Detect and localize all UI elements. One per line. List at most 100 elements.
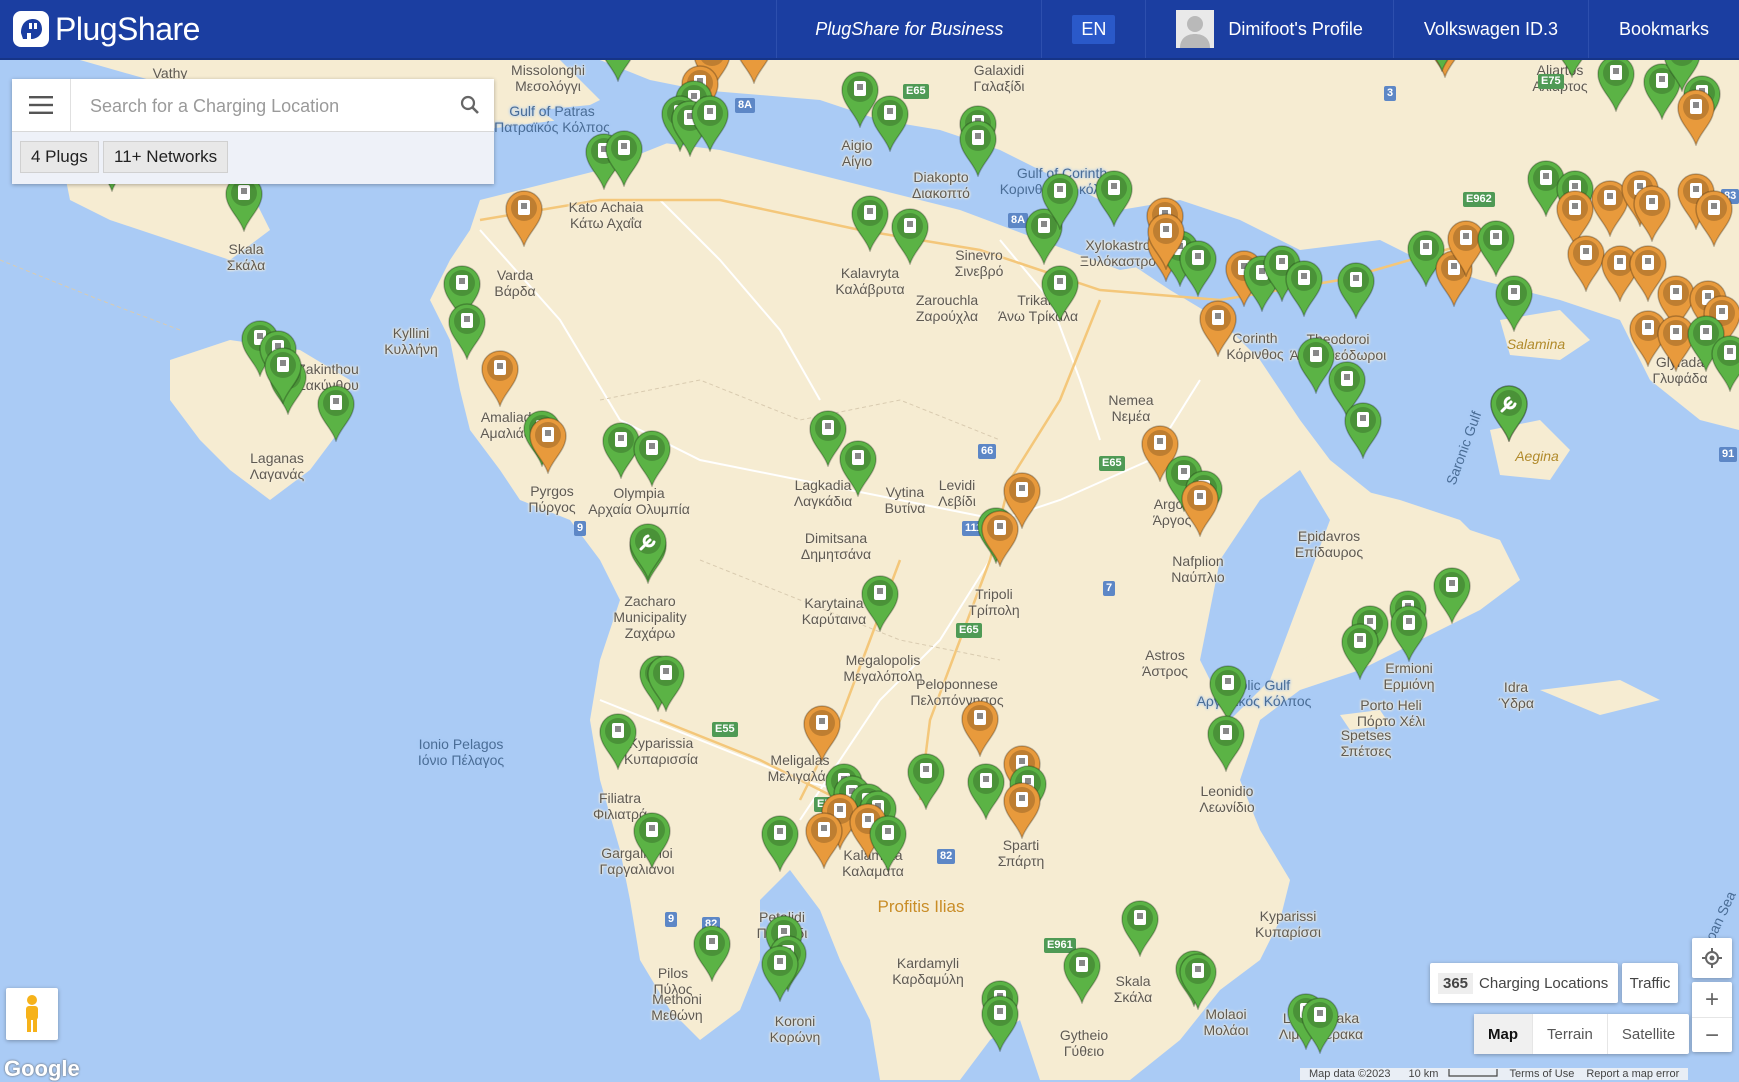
plug-logo-icon — [13, 11, 49, 47]
charging-location-pin[interactable] — [1040, 172, 1080, 230]
charging-location-pin[interactable] — [1062, 946, 1102, 1004]
charging-location-pin[interactable] — [1300, 996, 1340, 1054]
map-label: Skala Σκάλα — [226, 241, 266, 273]
charging-location-pin[interactable] — [1694, 189, 1734, 247]
map-label: Kato Achaia Κάτω Αχαΐα — [568, 199, 644, 231]
charging-location-pin[interactable] — [632, 429, 672, 487]
zoom-in-button[interactable]: + — [1692, 982, 1732, 1018]
charging-location-pin[interactable] — [1206, 714, 1246, 772]
charging-location-pin[interactable] — [802, 704, 842, 762]
filter-plugs-chip[interactable]: 4 Plugs — [20, 141, 99, 173]
charging-location-pin[interactable] — [958, 119, 998, 177]
map-label: Aegina — [1515, 448, 1559, 464]
map-label: Gulf of Patras Πατραϊκός Κόλπος — [494, 103, 610, 135]
map-label: Olympia Αρχαία Ολυμπία — [588, 485, 690, 517]
charging-location-pin[interactable] — [980, 994, 1020, 1052]
charging-location-pin[interactable] — [646, 654, 686, 712]
charging-location-pin[interactable] — [1596, 54, 1636, 112]
charging-location-pin[interactable] — [692, 924, 732, 982]
charging-location-pin[interactable] — [598, 712, 638, 770]
charging-location-pin[interactable] — [1180, 479, 1220, 537]
nav-language[interactable]: EN — [1041, 0, 1145, 58]
charging-location-pin[interactable] — [1120, 899, 1160, 957]
my-location-button[interactable] — [1692, 938, 1732, 978]
charging-location-pin[interactable] — [1632, 184, 1672, 242]
charging-locations-count: 365 Charging Locations — [1430, 963, 1619, 1003]
wrench-service-pin[interactable] — [628, 522, 668, 580]
charging-location-pin[interactable] — [263, 346, 303, 404]
charging-location-pin[interactable] — [1710, 334, 1739, 392]
charging-location-pin[interactable] — [1284, 259, 1324, 317]
road-shield: E962 — [1463, 192, 1495, 207]
map-label: Spetses Σπέτσες — [1340, 727, 1392, 759]
map-label: Missolonghi Μεσολόγγι — [511, 62, 585, 94]
map-label: Koroni Κορώνη — [769, 1013, 821, 1045]
charging-location-pin[interactable] — [1476, 219, 1516, 277]
charging-location-pin[interactable] — [906, 752, 946, 810]
charging-location-pin[interactable] — [1040, 264, 1080, 322]
charging-location-pin[interactable] — [966, 762, 1006, 820]
charging-location-pin[interactable] — [850, 194, 890, 252]
filter-networks-chip[interactable]: 11+ Networks — [103, 141, 229, 173]
road-shield: E65 — [1099, 456, 1125, 471]
charging-location-pin[interactable] — [316, 384, 356, 442]
charging-location-pin[interactable] — [760, 944, 800, 1002]
charging-location-pin[interactable] — [860, 574, 900, 632]
terms-link[interactable]: Terms of Use — [1510, 1068, 1575, 1080]
charging-location-pin[interactable] — [604, 129, 644, 187]
map-label: Zacharo Municipality Ζαχάρω — [613, 593, 687, 641]
charging-location-pin[interactable] — [1146, 212, 1186, 270]
map-label: Molaoi Μολάοι — [1203, 1006, 1249, 1038]
charging-location-pin[interactable] — [960, 699, 1000, 757]
charging-location-pin[interactable] — [1432, 566, 1472, 624]
charging-location-pin[interactable] — [838, 439, 878, 497]
charging-location-pin[interactable] — [804, 811, 844, 869]
nav-profile[interactable]: Dimifoot's Profile — [1145, 0, 1392, 58]
charging-location-pin[interactable] — [1178, 952, 1218, 1010]
zoom-out-button[interactable]: − — [1692, 1018, 1732, 1053]
language-selector[interactable]: EN — [1072, 14, 1116, 44]
charging-location-pin[interactable] — [760, 814, 800, 872]
map-type-terrain[interactable]: Terrain — [1533, 1014, 1608, 1054]
nav-bookmarks[interactable]: Bookmarks — [1587, 0, 1739, 58]
report-error-link[interactable]: Report a map error — [1586, 1068, 1679, 1080]
map-label: Ermioni Ερμιόνη — [1383, 660, 1435, 692]
charging-location-pin[interactable] — [480, 349, 520, 407]
charging-location-pin[interactable] — [690, 94, 730, 152]
charging-location-pin[interactable] — [1676, 88, 1716, 146]
traffic-toggle[interactable]: Traffic — [1622, 963, 1678, 1003]
charging-location-pin[interactable] — [1336, 261, 1376, 319]
map-type-map[interactable]: Map — [1474, 1014, 1533, 1054]
charging-location-pin[interactable] — [980, 509, 1020, 567]
map-type-satellite[interactable]: Satellite — [1608, 1014, 1689, 1054]
charging-location-pin[interactable] — [1340, 622, 1380, 680]
map-label: Levidi Λεβίδι — [938, 477, 976, 509]
street-view-pegman[interactable] — [6, 988, 58, 1040]
charging-location-pin[interactable] — [504, 189, 544, 247]
nav-vehicle[interactable]: Volkswagen ID.3 — [1392, 0, 1588, 58]
charging-location-pin[interactable] — [1198, 299, 1238, 357]
charging-location-pin[interactable] — [1389, 604, 1429, 662]
map-label: Varda Βάρδα — [494, 267, 536, 299]
charging-location-pin[interactable] — [870, 94, 910, 152]
charging-location-pin[interactable] — [1002, 781, 1042, 839]
search-button[interactable] — [456, 91, 484, 119]
charging-location-pin[interactable] — [1343, 401, 1383, 459]
charging-location-pin[interactable] — [868, 814, 908, 872]
map-label: Ionio Pelagos Ιόνιο Πέλαγος — [417, 736, 505, 768]
charging-location-pin[interactable] — [1094, 169, 1134, 227]
scale-bar[interactable]: 10 km — [1403, 1068, 1498, 1080]
menu-button[interactable] — [12, 79, 71, 131]
search-input[interactable] — [88, 93, 432, 119]
pegman-icon — [26, 995, 38, 1032]
charging-location-pin[interactable] — [632, 811, 672, 869]
nav-business-link[interactable]: PlugShare for Business — [776, 0, 1041, 58]
charging-location-pin[interactable] — [890, 207, 930, 265]
map-label: Vytina Βυτίνα — [884, 484, 926, 516]
map-label: Salamina — [1506, 336, 1566, 352]
charging-location-pin[interactable] — [528, 416, 568, 474]
wrench-service-pin[interactable] — [1489, 384, 1529, 442]
charging-location-pin[interactable] — [1494, 274, 1534, 332]
plugshare-logo[interactable]: PlugShare — [13, 0, 200, 59]
search-box — [12, 79, 494, 132]
